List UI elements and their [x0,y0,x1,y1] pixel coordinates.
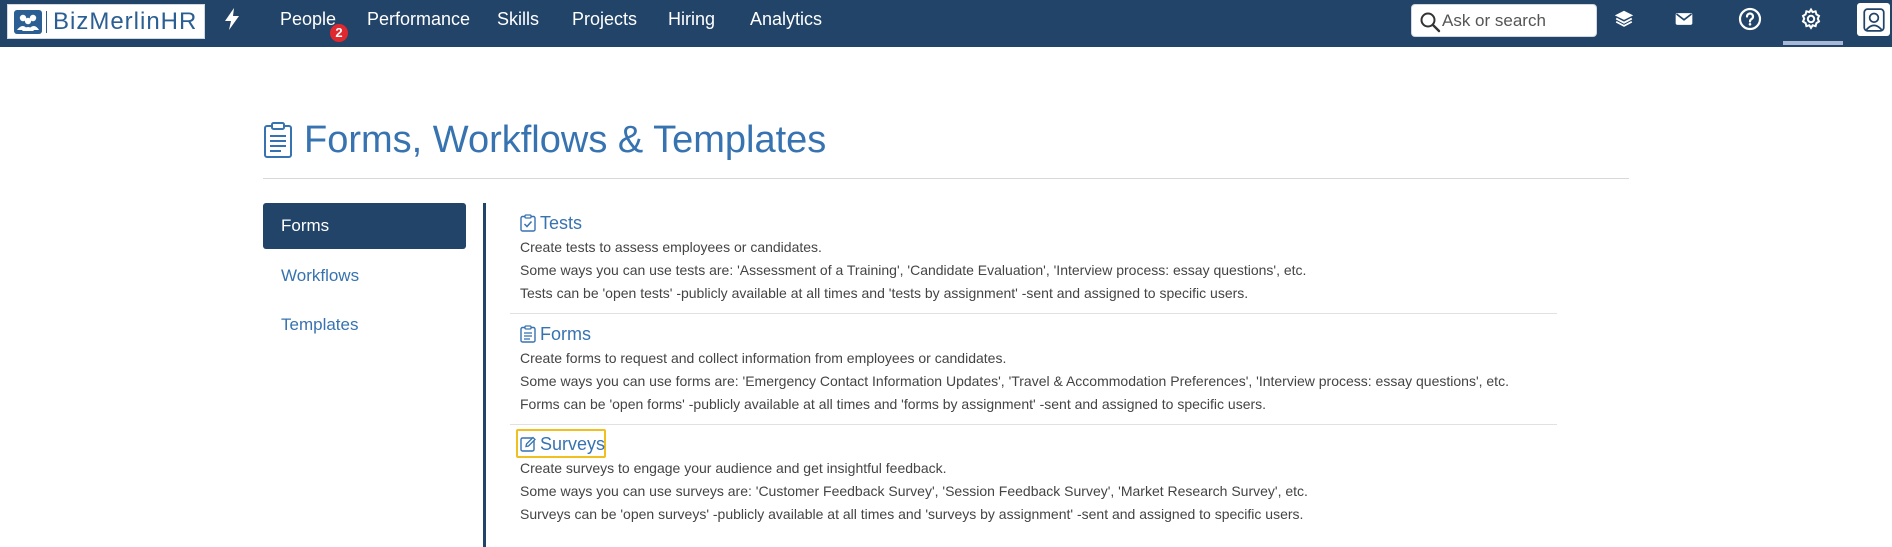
section-description: Some ways you can use forms are: 'Emerge… [520,373,1509,389]
layers-icon[interactable] [1610,5,1638,33]
page-title: Forms, Workflows & Templates [304,119,827,161]
user-avatar-icon[interactable] [1857,3,1890,36]
nav-people[interactable]: People [280,7,336,31]
forms-link[interactable]: Forms [510,321,1557,347]
section-title: Tests [540,212,583,233]
surveys-link[interactable]: Surveys [510,431,1557,457]
lightning-bolt-icon[interactable] [222,7,242,31]
nav-skills[interactable]: Skills [497,7,539,31]
section-description: Forms can be 'open forms' -publicly avai… [520,396,1267,412]
content-divider [483,203,486,547]
section-surveys: Surveys Create surveys to engage your au… [510,431,1557,526]
edit-icon [520,436,536,452]
nav-performance[interactable]: Performance [367,7,470,31]
tests-link[interactable]: Tests [510,210,1557,236]
nav-hiring[interactable]: Hiring [668,7,715,31]
top-navbar: BizMerlinHR People 2 Performance Skills … [0,0,1892,47]
section-title: Surveys [540,433,606,454]
section-description: Surveys can be 'open surveys' -publicly … [520,506,1304,522]
section-tests: Tests Create tests to assess employees o… [510,210,1557,305]
gear-icon[interactable] [1797,5,1825,33]
search-box[interactable] [1411,4,1597,37]
help-icon[interactable] [1736,5,1764,33]
section-description: Some ways you can use tests are: 'Assess… [520,262,1307,278]
title-divider [263,178,1629,179]
clipboard-check-icon [520,214,536,232]
page-header: Forms, Workflows & Templates [263,117,826,163]
section-divider [510,424,1557,425]
sidebar-item-templates[interactable]: Templates [263,302,466,348]
search-icon [1420,12,1441,33]
section-description: Create forms to request and collect info… [520,350,1007,366]
section-forms: Forms Create forms to request and collec… [510,321,1557,416]
people-logo-icon [14,9,42,34]
section-description: Create tests to assess employees or cand… [520,239,822,255]
section-divider [510,313,1557,314]
section-description: Create surveys to engage your audience a… [520,460,947,476]
clipboard-list-icon [520,325,536,343]
section-description: Some ways you can use surveys are: 'Cust… [520,483,1308,499]
clipboard-icon [264,122,292,158]
bizmerlin-logo[interactable]: BizMerlinHR [7,4,205,39]
settings-active-indicator [1783,41,1843,45]
section-title: Forms [540,323,591,344]
nav-projects[interactable]: Projects [572,7,637,31]
nav-analytics[interactable]: Analytics [750,7,822,31]
search-input[interactable] [1442,9,1592,33]
sidebar-item-workflows[interactable]: Workflows [263,253,466,299]
mail-icon[interactable] [1670,5,1698,33]
logo-text: BizMerlinHR [53,7,198,35]
logo-divider [46,10,47,33]
sidebar-item-forms[interactable]: Forms [263,203,466,249]
people-notification-badge: 2 [330,24,348,42]
section-description: Tests can be 'open tests' -publicly avai… [520,285,1249,301]
